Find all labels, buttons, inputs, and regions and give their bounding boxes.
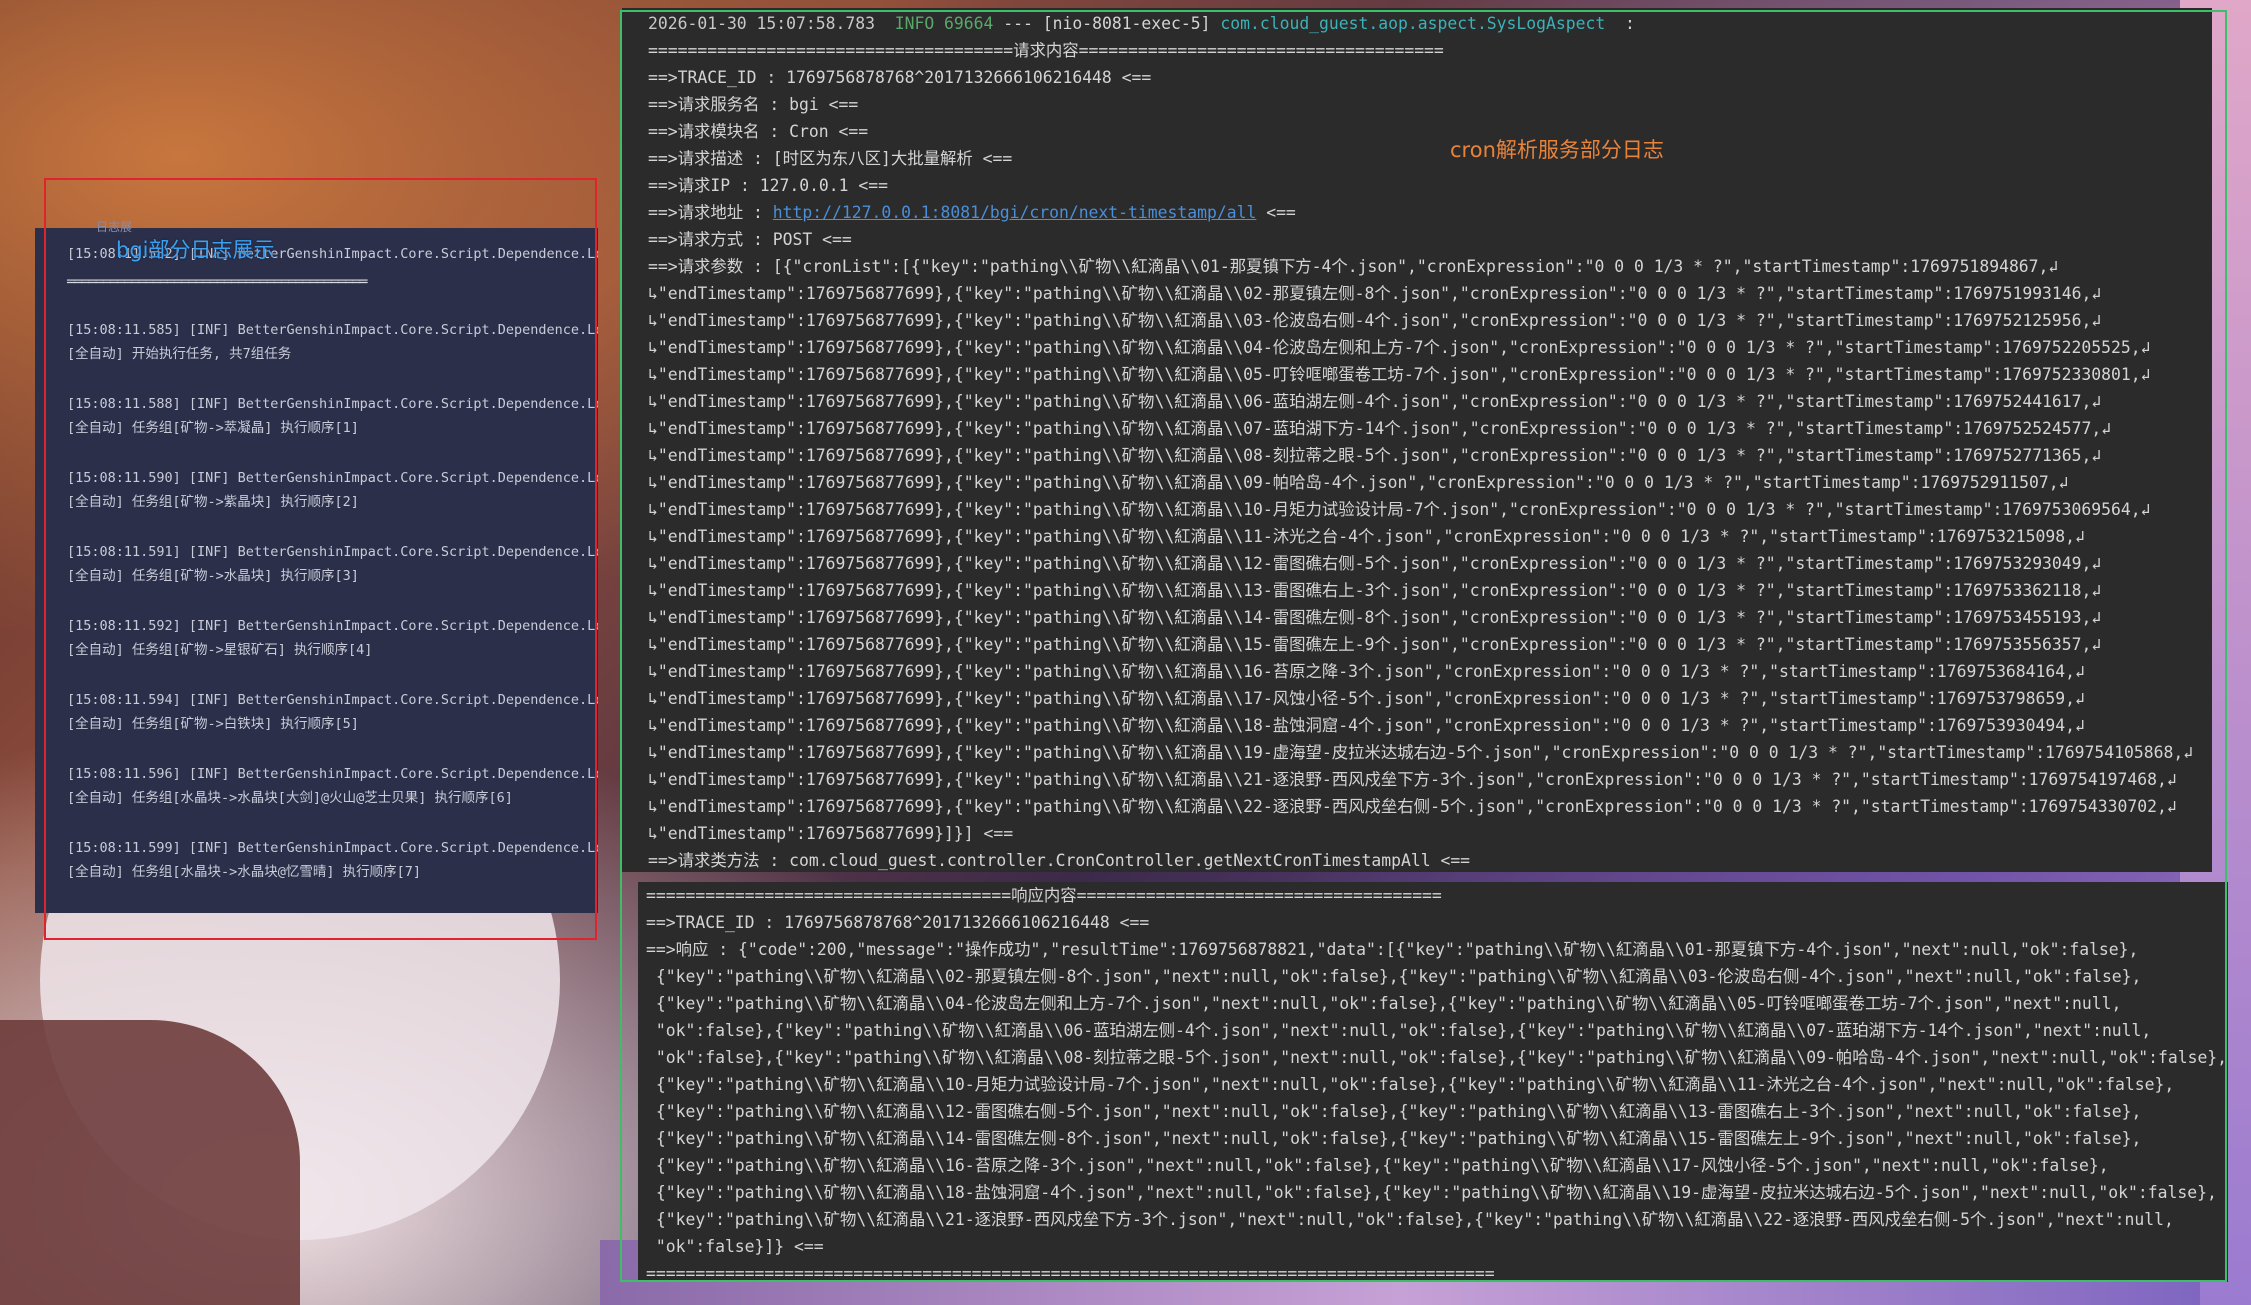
- cron-highlight-frame: [620, 10, 2227, 1282]
- background-art: [0, 1020, 300, 1305]
- bgi-highlight-frame: [44, 178, 597, 940]
